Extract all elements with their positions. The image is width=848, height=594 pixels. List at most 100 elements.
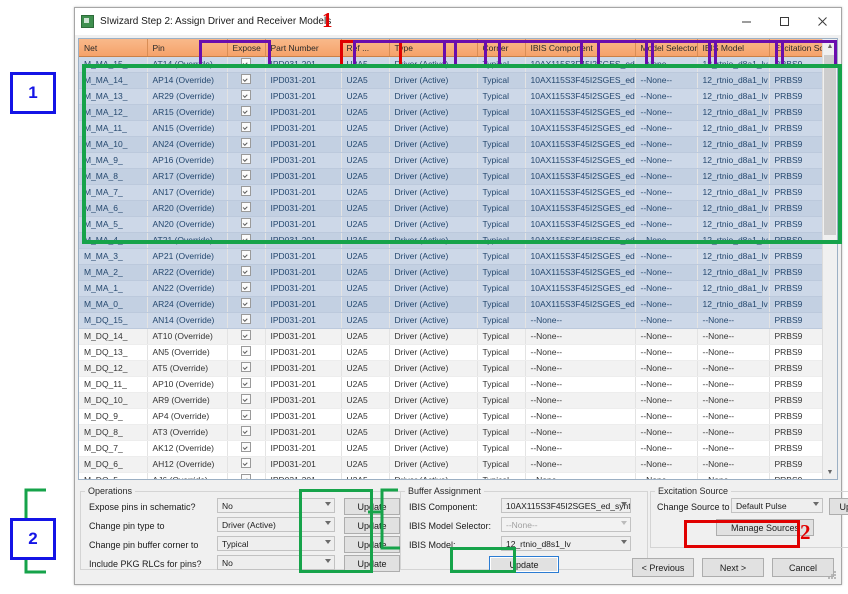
cell-expose[interactable] xyxy=(227,456,266,473)
checkbox-checked-icon[interactable] xyxy=(241,74,251,84)
table-row[interactable]: M_MA_5_ AN20 (Override) IPD031-201 U2A5 Driv… xyxy=(79,216,837,233)
checkbox-checked-icon[interactable] xyxy=(241,330,251,340)
cell-expose[interactable] xyxy=(227,344,266,361)
checkbox-checked-icon[interactable] xyxy=(241,362,251,372)
table-row[interactable]: M_MA_10_ AN24 (Override) IPD031-201 U2A5 Dri… xyxy=(79,136,837,153)
cell-expose[interactable] xyxy=(227,472,266,479)
next-button[interactable]: Next > xyxy=(702,558,764,577)
checkbox-checked-icon[interactable] xyxy=(241,90,251,100)
table-row[interactable]: M_DQ_5_ AJ6 (Override) IPD031-201 U2A5 Drive… xyxy=(79,472,837,479)
checkbox-checked-icon[interactable] xyxy=(241,442,251,452)
column-header-ibis-model[interactable]: IBIS Model xyxy=(697,39,770,57)
operation-value[interactable]: Typical xyxy=(217,536,335,551)
table-row[interactable]: M_DQ_15_ AN14 (Override) IPD031-201 U2A5 Dri… xyxy=(79,312,837,329)
operation-value[interactable]: No xyxy=(217,555,335,570)
table-row[interactable]: M_MA_9_ AP16 (Override) IPD031-201 U2A5 Driv… xyxy=(79,152,837,169)
table-row[interactable]: M_MA_3_ AP21 (Override) IPD031-201 U2A5 Driv… xyxy=(79,248,837,265)
operation-update-button[interactable]: Update xyxy=(344,517,400,534)
operation-value[interactable]: Driver (Active) xyxy=(217,517,335,532)
checkbox-checked-icon[interactable] xyxy=(241,186,251,196)
table-row[interactable]: M_MA_11_ AN15 (Override) IPD031-201 U2A5 Dri… xyxy=(79,120,837,137)
cell-expose[interactable] xyxy=(227,360,266,377)
checkbox-checked-icon[interactable] xyxy=(241,458,251,468)
column-header-net[interactable]: Net xyxy=(79,39,148,57)
column-header-model-selector[interactable]: Model Selector xyxy=(635,39,698,57)
cancel-button[interactable]: Cancel xyxy=(772,558,834,577)
table-row[interactable]: M_MA_13_ AR29 (Override) IPD031-201 U2A5 Dri… xyxy=(79,88,837,105)
column-header-ibis-component[interactable]: IBIS Component xyxy=(525,39,636,57)
table-row[interactable]: M_MA_7_ AN17 (Override) IPD031-201 U2A5 Driv… xyxy=(79,184,837,201)
table-row[interactable]: M_DQ_7_ AK12 (Override) IPD031-201 U2A5 Driv… xyxy=(79,440,837,457)
cell-expose[interactable] xyxy=(227,408,266,425)
operation-combo[interactable]: No xyxy=(217,555,335,572)
table-row[interactable]: M_DQ_10_ AR9 (Override) IPD031-201 U2A5 Driv… xyxy=(79,392,837,409)
checkbox-checked-icon[interactable] xyxy=(241,346,251,356)
checkbox-checked-icon[interactable] xyxy=(241,298,251,308)
table-row[interactable]: M_MA_1_ AN22 (Override) IPD031-201 U2A5 Driv… xyxy=(79,280,837,297)
maximize-button[interactable] xyxy=(765,9,803,35)
cell-expose[interactable] xyxy=(227,88,266,105)
scroll-up-arrow[interactable]: ▲ xyxy=(823,39,837,53)
cell-expose[interactable] xyxy=(227,120,266,137)
column-header-part-number[interactable]: Part Number xyxy=(265,39,342,57)
checkbox-checked-icon[interactable] xyxy=(241,122,251,132)
cell-expose[interactable] xyxy=(227,376,266,393)
checkbox-checked-icon[interactable] xyxy=(241,202,251,212)
checkbox-checked-icon[interactable] xyxy=(241,234,251,244)
checkbox-checked-icon[interactable] xyxy=(241,474,251,479)
checkbox-checked-icon[interactable] xyxy=(241,106,251,116)
cell-expose[interactable] xyxy=(227,104,266,121)
checkbox-checked-icon[interactable] xyxy=(241,410,251,420)
checkbox-checked-icon[interactable] xyxy=(241,138,251,148)
cell-expose[interactable] xyxy=(227,296,266,313)
cell-expose[interactable] xyxy=(227,280,266,297)
checkbox-checked-icon[interactable] xyxy=(241,426,251,436)
cell-expose[interactable] xyxy=(227,232,266,249)
checkbox-checked-icon[interactable] xyxy=(241,266,251,276)
table-row[interactable]: M_MA_4_ AT21 (Override) IPD031-201 U2A5 Driv… xyxy=(79,232,837,249)
buffer-field-value[interactable]: 10AX115S3F45I2SGES_ed_synth xyxy=(501,498,631,513)
table-row[interactable]: M_MA_6_ AR20 (Override) IPD031-201 U2A5 Driv… xyxy=(79,200,837,217)
previous-button[interactable]: < Previous xyxy=(632,558,694,577)
minimize-button[interactable] xyxy=(727,9,765,35)
change-source-combo[interactable]: Default Pulse xyxy=(731,498,823,515)
checkbox-checked-icon[interactable] xyxy=(241,154,251,164)
checkbox-checked-icon[interactable] xyxy=(241,58,251,68)
table-row[interactable]: M_DQ_13_ AN5 (Override) IPD031-201 U2A5 Driv… xyxy=(79,344,837,361)
checkbox-checked-icon[interactable] xyxy=(241,378,251,388)
table-row[interactable]: M_DQ_6_ AH12 (Override) IPD031-201 U2A5 Driv… xyxy=(79,456,837,473)
operation-update-button[interactable]: Update xyxy=(344,555,400,572)
table-row[interactable]: M_MA_14_ AP14 (Override) IPD031-201 U2A5 Dri… xyxy=(79,72,837,89)
excitation-update-button[interactable]: Update xyxy=(829,498,848,515)
buffer-field-combo[interactable]: 12_rtnio_d8s1_lv xyxy=(501,536,631,553)
operation-combo[interactable]: Typical xyxy=(217,536,335,553)
column-header-type[interactable]: Type xyxy=(389,39,478,57)
cell-expose[interactable] xyxy=(227,392,266,409)
cell-expose[interactable] xyxy=(227,168,266,185)
close-button[interactable] xyxy=(803,9,841,35)
cell-expose[interactable] xyxy=(227,72,266,89)
table-row[interactable]: M_DQ_8_ AT3 (Override) IPD031-201 U2A5 Drive… xyxy=(79,424,837,441)
operation-value[interactable]: No xyxy=(217,498,335,513)
buffer-assignment-update-button[interactable]: Update xyxy=(489,556,559,573)
scroll-down-arrow[interactable]: ▼ xyxy=(823,465,837,479)
operation-update-button[interactable]: Update xyxy=(344,536,400,553)
column-header-ref[interactable]: Ref ... xyxy=(341,39,390,57)
table-row[interactable]: M_MA_2_ AR22 (Override) IPD031-201 U2A5 Driv… xyxy=(79,264,837,281)
cell-expose[interactable] xyxy=(227,216,266,233)
checkbox-checked-icon[interactable] xyxy=(241,394,251,404)
cell-expose[interactable] xyxy=(227,56,266,73)
checkbox-checked-icon[interactable] xyxy=(241,314,251,324)
column-header-pin[interactable]: Pin xyxy=(147,39,228,57)
table-row[interactable]: M_DQ_14_ AT10 (Override) IPD031-201 U2A5 Dri… xyxy=(79,328,837,345)
cell-expose[interactable] xyxy=(227,184,266,201)
pin-assignment-table[interactable]: Net Pin Expose Part Number Ref ... Type Corner… xyxy=(78,38,838,480)
table-row[interactable]: M_MA_12_ AR15 (Override) IPD031-201 U2A5 Dri… xyxy=(79,104,837,121)
cell-expose[interactable] xyxy=(227,248,266,265)
cell-expose[interactable] xyxy=(227,200,266,217)
table-row[interactable]: M_DQ_11_ AP10 (Override) IPD031-201 U2A5 Dri… xyxy=(79,376,837,393)
operation-combo[interactable]: Driver (Active) xyxy=(217,517,335,534)
cell-expose[interactable] xyxy=(227,136,266,153)
operation-update-button[interactable]: Update xyxy=(344,498,400,515)
cell-expose[interactable] xyxy=(227,152,266,169)
